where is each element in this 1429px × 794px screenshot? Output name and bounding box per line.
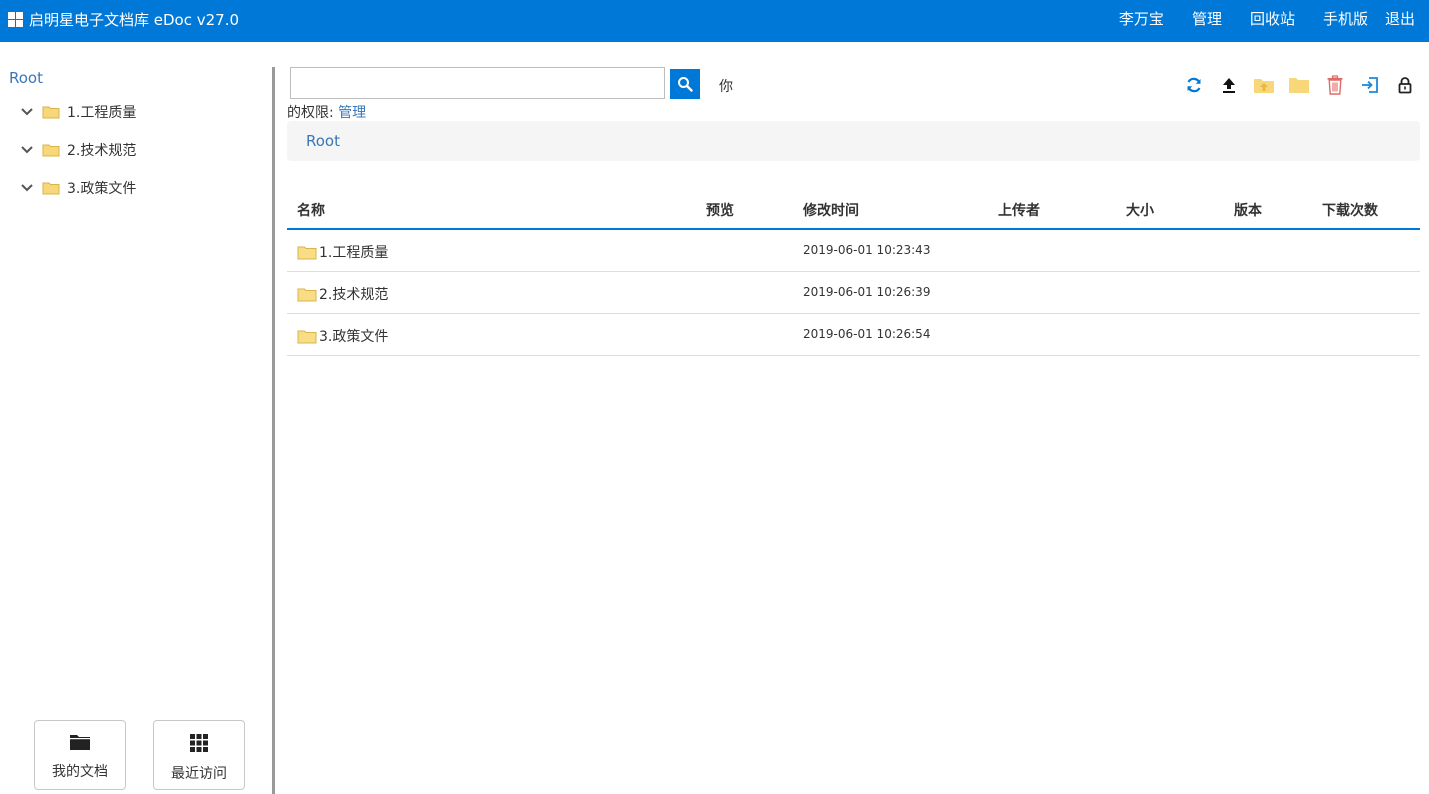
table-row[interactable]: 2.技术规范 2019-06-01 10:26:39: [287, 272, 1420, 314]
top-nav: 李万宝 管理 回收站 手机版 退出: [1119, 0, 1429, 36]
search-button[interactable]: [670, 69, 700, 99]
sidebar: Root 1.工程质量 2.技术规范 3.政策文件 我的文档 最近访问: [0, 42, 272, 794]
column-header-version[interactable]: 版本: [1234, 200, 1262, 220]
nav-recycle-link[interactable]: 回收站: [1250, 8, 1295, 29]
file-name-link[interactable]: 3.政策文件: [319, 326, 388, 346]
my-docs-label: 我的文档: [52, 764, 108, 780]
folder-up-button[interactable]: [1253, 74, 1275, 96]
folder-icon: [42, 182, 60, 195]
file-name-cell[interactable]: 1.工程质量: [297, 242, 388, 262]
windows-grid-icon: [8, 11, 23, 27]
chevron-down-icon[interactable]: [20, 143, 34, 157]
refresh-icon: [1187, 77, 1201, 93]
nav-logout-link[interactable]: 退出: [1385, 8, 1415, 29]
permission-value: 管理: [338, 105, 367, 121]
folder-icon: [42, 106, 60, 119]
tree-item-label: 2.技术规范: [67, 143, 137, 159]
brand-title: 启明星电子文档库 eDoc v27.0: [29, 10, 240, 29]
my-docs-button[interactable]: 我的文档: [34, 720, 126, 790]
new-folder-icon: [1289, 78, 1309, 93]
column-header-modified[interactable]: 修改时间: [803, 200, 859, 220]
folder-up-icon: [1254, 79, 1274, 93]
search-input[interactable]: [290, 67, 665, 99]
file-table: 名称 预览 修改时间 上传者 大小 版本 下载次数 1.工程质量 2019-06…: [287, 188, 1420, 356]
tree-item-2[interactable]: 2.技术规范: [20, 138, 136, 162]
tree-item-label: 3.政策文件: [67, 181, 137, 197]
folder-solid-icon: [70, 735, 90, 750]
upload-button[interactable]: [1218, 74, 1240, 96]
table-row[interactable]: 3.政策文件 2019-06-01 10:26:54: [287, 314, 1420, 356]
nav-mobile-link[interactable]: 手机版: [1323, 8, 1368, 29]
lock-icon: [1398, 77, 1412, 94]
upload-icon: [1223, 78, 1235, 93]
trash-icon: [1327, 75, 1343, 95]
tree-item-3[interactable]: 3.政策文件: [20, 176, 136, 200]
file-name-cell[interactable]: 3.政策文件: [297, 326, 388, 346]
delete-button[interactable]: [1324, 74, 1346, 96]
permission-line: 的权限: 管理: [287, 102, 366, 122]
login-button[interactable]: [1359, 74, 1381, 96]
modified-time: 2019-06-01 10:23:43: [803, 243, 931, 257]
modified-time: 2019-06-01 10:26:54: [803, 327, 931, 341]
login-icon: [1362, 77, 1378, 93]
grid-icon: [190, 734, 208, 752]
new-folder-button[interactable]: [1288, 74, 1310, 96]
breadcrumb-root-link[interactable]: Root: [306, 132, 340, 150]
sidebar-resize-handle[interactable]: [272, 67, 275, 794]
folder-icon: [297, 246, 317, 259]
lock-button[interactable]: [1394, 74, 1416, 96]
file-name-cell[interactable]: 2.技术规范: [297, 284, 388, 304]
search-icon: [678, 77, 693, 92]
brand[interactable]: 启明星电子文档库 eDoc v27.0: [8, 0, 239, 38]
permission-prefix-a: 你: [719, 79, 733, 95]
tree-item-label: 1.工程质量: [67, 105, 137, 121]
recent-button[interactable]: 最近访问: [153, 720, 245, 790]
refresh-button[interactable]: [1183, 74, 1205, 96]
file-name-link[interactable]: 1.工程质量: [319, 242, 388, 262]
column-header-downloads[interactable]: 下载次数: [1322, 200, 1378, 220]
column-header-name[interactable]: 名称: [297, 200, 325, 220]
chevron-down-icon[interactable]: [20, 105, 34, 119]
table-row[interactable]: 1.工程质量 2019-06-01 10:23:43: [287, 230, 1420, 272]
folder-icon: [297, 330, 317, 343]
nav-user-link[interactable]: 李万宝: [1119, 8, 1164, 29]
nav-admin-link[interactable]: 管理: [1192, 8, 1222, 29]
permission-prefix-b: 的权限:: [287, 105, 334, 121]
table-header: 名称 预览 修改时间 上传者 大小 版本 下载次数: [287, 188, 1420, 230]
modified-time: 2019-06-01 10:26:39: [803, 285, 931, 299]
tree-item-1[interactable]: 1.工程质量: [20, 100, 136, 124]
column-header-size[interactable]: 大小: [1126, 200, 1154, 220]
column-header-uploader[interactable]: 上传者: [998, 200, 1040, 220]
folder-icon: [42, 144, 60, 157]
recent-label: 最近访问: [171, 766, 227, 782]
top-bar: 启明星电子文档库 eDoc v27.0 李万宝 管理 回收站 手机版 退出: [0, 0, 1429, 42]
file-name-link[interactable]: 2.技术规范: [319, 284, 388, 304]
tree-root-link[interactable]: Root: [9, 69, 43, 87]
folder-icon: [297, 288, 317, 301]
chevron-down-icon[interactable]: [20, 181, 34, 195]
column-header-preview[interactable]: 预览: [706, 200, 734, 220]
breadcrumb: Root: [287, 121, 1420, 161]
